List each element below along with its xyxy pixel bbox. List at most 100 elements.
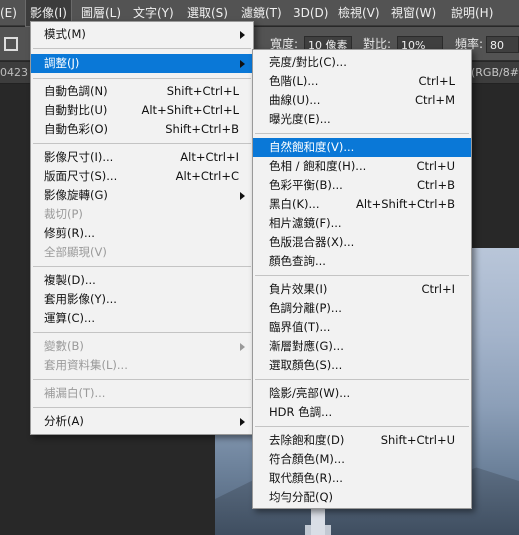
menu-separator: [33, 78, 251, 79]
menu-item-label: 全部顯現(V): [44, 245, 107, 259]
menu-item-label: 選取顏色(S)...: [269, 358, 343, 372]
menu-item-gradient-map[interactable]: 漸層對應(G)...: [253, 337, 471, 356]
menu-item-invert[interactable]: 負片效果(I) Ctrl+I: [253, 280, 471, 299]
menu-separator: [33, 379, 251, 380]
menu-item-shortcut: Ctrl+U: [416, 159, 455, 173]
menu-item-label: 符合顏色(M)...: [269, 452, 345, 466]
menu-window[interactable]: 視窗(W): [391, 0, 436, 26]
menu-item-levels[interactable]: 色階(L)... Ctrl+L: [253, 72, 471, 91]
menu-item-auto-contrast[interactable]: 自動對比(U) Alt+Shift+Ctrl+L: [31, 101, 253, 120]
menu-item-label: 套用影像(Y)...: [44, 292, 117, 306]
menu-item-label: 補漏白(T)...: [44, 386, 106, 400]
menu-item-label: 分析(A): [44, 414, 84, 428]
menu-item-label: 去除飽和度(D): [269, 433, 345, 447]
submenu-arrow-icon: [240, 192, 245, 200]
menu-separator: [33, 48, 251, 49]
menu-item-shortcut: Alt+Ctrl+I: [180, 150, 239, 164]
menu-item-label: 套用資料集(L)...: [44, 358, 128, 372]
menu-item-label: 運算(C)...: [44, 311, 95, 325]
menu-item-replace-color[interactable]: 取代顏色(R)...: [253, 469, 471, 488]
menu-item-label: 修剪(R)...: [44, 226, 95, 240]
menu-item-selective-color[interactable]: 選取顏色(S)...: [253, 356, 471, 375]
menu-item-apply-image[interactable]: 套用影像(Y)...: [31, 290, 253, 309]
menu-item-threshold[interactable]: 臨界值(T)...: [253, 318, 471, 337]
menu-separator: [255, 426, 469, 427]
menu-item-auto-tone[interactable]: 自動色調(N) Shift+Ctrl+L: [31, 82, 253, 101]
menu-item-vibrance[interactable]: 自然飽和度(V)...: [253, 138, 471, 157]
menu-item-shortcut: Ctrl+L: [418, 74, 455, 88]
menu-item-image-size[interactable]: 影像尺寸(I)... Alt+Ctrl+I: [31, 148, 253, 167]
menu-item-image-rotation[interactable]: 影像旋轉(G): [31, 186, 253, 205]
menu-3d[interactable]: 3D(D): [293, 0, 328, 26]
menu-item-curves[interactable]: 曲線(U)... Ctrl+M: [253, 91, 471, 110]
menu-item-black-white[interactable]: 黑白(K)... Alt+Shift+Ctrl+B: [253, 195, 471, 214]
menu-item-auto-color[interactable]: 自動色彩(O) Shift+Ctrl+B: [31, 120, 253, 139]
menu-item-reveal-all[interactable]: 全部顯現(V): [31, 243, 253, 262]
menu-item-duplicate[interactable]: 複製(D)...: [31, 271, 253, 290]
menu-item-channel-mixer[interactable]: 色版混合器(X)...: [253, 233, 471, 252]
menu-edit[interactable]: (E): [0, 0, 17, 26]
menu-item-trim[interactable]: 修剪(R)...: [31, 224, 253, 243]
menu-item-shortcut: Shift+Ctrl+U: [380, 433, 455, 447]
menu-item-trap[interactable]: 補漏白(T)...: [31, 384, 253, 403]
menu-item-label: 色相 / 飽和度(H)...: [269, 159, 367, 173]
menu-item-crop[interactable]: 裁切(P): [31, 205, 253, 224]
menu-item-equalize[interactable]: 均勻分配(Q): [253, 488, 471, 507]
menu-item-shortcut: Ctrl+I: [421, 282, 456, 296]
menu-separator: [255, 133, 469, 134]
menu-item-brightness-contrast[interactable]: 亮度/對比(C)...: [253, 53, 471, 72]
menu-item-color-balance[interactable]: 色彩平衡(B)... Ctrl+B: [253, 176, 471, 195]
frequency-field[interactable]: 80: [486, 36, 519, 53]
menu-item-shortcut: Alt+Shift+Ctrl+B: [356, 197, 455, 211]
menu-item-shadows-highlights[interactable]: 陰影/亮部(W)...: [253, 384, 471, 403]
menu-item-shortcut: Ctrl+B: [417, 178, 455, 192]
menu-item-exposure[interactable]: 曝光度(E)...: [253, 110, 471, 129]
menu-item-label: 影像旋轉(G): [44, 188, 108, 202]
menu-separator: [33, 332, 251, 333]
menu-item-label: 版面尺寸(S)...: [44, 169, 118, 183]
menu-item-hdr-toning[interactable]: HDR 色調...: [253, 403, 471, 422]
image-menu: 模式(M) 調整(J) 自動色調(N) Shift+Ctrl+L 自動對比(U) A…: [30, 21, 254, 435]
menu-item-label: 自然飽和度(V)...: [269, 140, 355, 154]
menu-item-label: 複製(D)...: [44, 273, 96, 287]
menu-item-photo-filter[interactable]: 相片濾鏡(F)...: [253, 214, 471, 233]
menu-separator: [33, 266, 251, 267]
menu-view[interactable]: 檢視(V): [338, 0, 380, 26]
menu-item-shortcut: Shift+Ctrl+B: [165, 122, 239, 136]
menu-item-label: 臨界值(T)...: [269, 320, 331, 334]
menu-item-label: 負片效果(I): [269, 282, 328, 296]
menu-item-adjustments[interactable]: 調整(J): [31, 54, 253, 73]
menu-item-label: 均勻分配(Q): [269, 490, 334, 504]
menu-item-apply-data-set[interactable]: 套用資料集(L)...: [31, 356, 253, 375]
menu-item-posterize[interactable]: 色調分離(P)...: [253, 299, 471, 318]
menu-separator: [33, 143, 251, 144]
menu-item-mode[interactable]: 模式(M): [31, 25, 253, 44]
menu-item-label: 取代顏色(R)...: [269, 471, 343, 485]
menu-help[interactable]: 說明(H): [451, 0, 493, 26]
menu-item-label: 顏色查詢...: [269, 254, 326, 268]
menu-item-calculations[interactable]: 運算(C)...: [31, 309, 253, 328]
menu-item-hue-saturation[interactable]: 色相 / 飽和度(H)... Ctrl+U: [253, 157, 471, 176]
document-tab-right[interactable]: (RGB/8#: [471, 62, 519, 84]
menu-item-label: 漸層對應(G)...: [269, 339, 344, 353]
menu-item-label: 模式(M): [44, 27, 86, 41]
menu-item-label: 色版混合器(X)...: [269, 235, 355, 249]
submenu-arrow-icon: [240, 418, 245, 426]
menu-item-shortcut: Ctrl+M: [414, 93, 455, 107]
submenu-arrow-icon: [240, 31, 245, 39]
menu-item-match-color[interactable]: 符合顏色(M)...: [253, 450, 471, 469]
menu-item-label: 自動色調(N): [44, 84, 108, 98]
menu-item-analysis[interactable]: 分析(A): [31, 412, 253, 431]
menu-item-label: 裁切(P): [44, 207, 83, 221]
menu-item-desaturate[interactable]: 去除飽和度(D) Shift+Ctrl+U: [253, 431, 471, 450]
tool-preset-icon[interactable]: [4, 37, 18, 51]
menu-item-shortcut: Shift+Ctrl+L: [166, 84, 239, 98]
adjustments-submenu: 亮度/對比(C)... 色階(L)... Ctrl+L 曲線(U)... Ctrl+…: [252, 49, 472, 509]
submenu-arrow-icon: [240, 343, 245, 351]
document-tab-left[interactable]: 0423: [0, 62, 28, 84]
menu-item-shortcut: Alt+Ctrl+C: [175, 169, 239, 183]
menu-item-color-lookup[interactable]: 顏色查詢...: [253, 252, 471, 271]
menu-separator: [33, 407, 251, 408]
menu-item-variables[interactable]: 變數(B): [31, 337, 253, 356]
menu-item-canvas-size[interactable]: 版面尺寸(S)... Alt+Ctrl+C: [31, 167, 253, 186]
